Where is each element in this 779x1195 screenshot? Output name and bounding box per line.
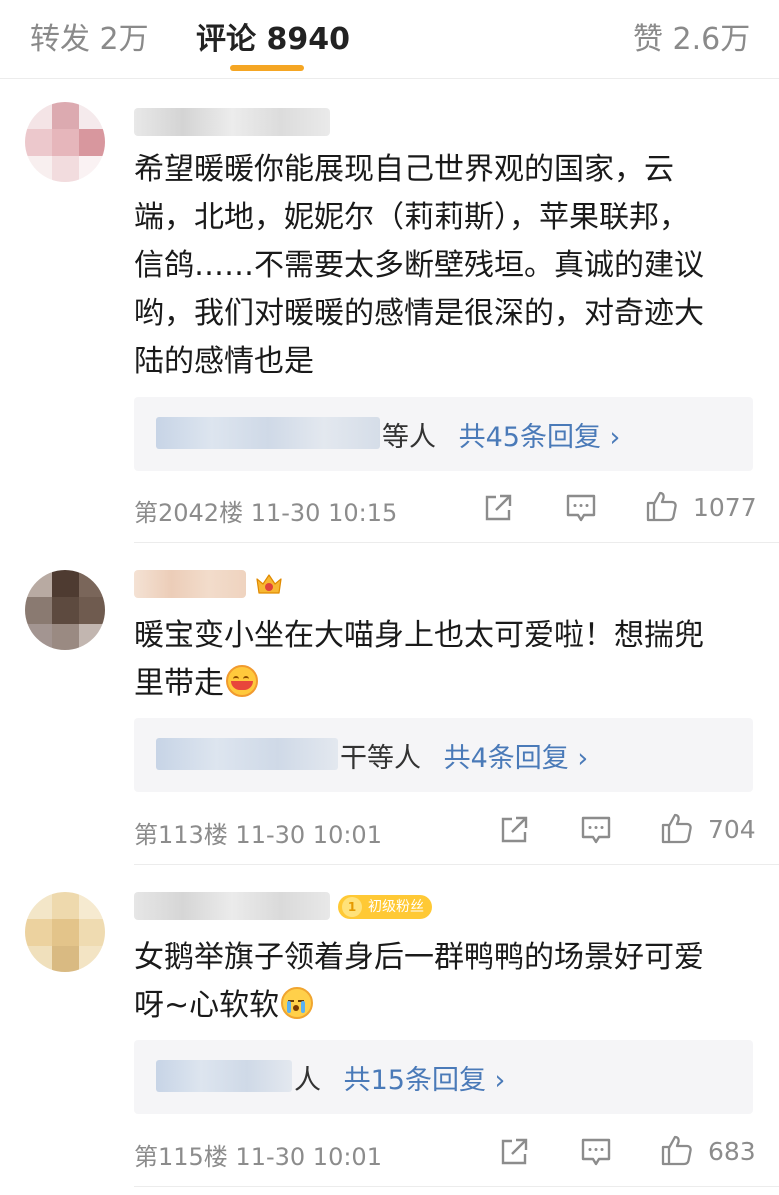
comment-text-line: 暖宝变小坐在大喵身上也太可爱啦！想揣兜 xyxy=(134,618,704,653)
comment-icon[interactable] xyxy=(580,1136,612,1168)
reply-users-suffix: 干等人 xyxy=(340,743,421,774)
active-tab-indicator xyxy=(230,65,304,71)
comment-icon[interactable] xyxy=(580,814,612,846)
reply-summary[interactable]: 人 共15条回复 › xyxy=(134,1040,753,1114)
divider xyxy=(134,864,779,865)
divider xyxy=(134,1186,779,1187)
reply-users-suffix: 人 xyxy=(294,1065,321,1096)
username[interactable] xyxy=(134,108,330,136)
floor-and-time: 第115楼 11-30 10:01 xyxy=(134,1143,382,1171)
tab-likes[interactable]: 赞 2.6万 xyxy=(633,14,750,58)
tab-comments[interactable]: 评论 8940 xyxy=(196,14,350,58)
comment-text-line: 女鹅举旗子领着身后一群鸭鸭的场景好可爱 xyxy=(134,940,704,975)
divider xyxy=(134,542,779,543)
avatar[interactable] xyxy=(25,570,105,650)
comment-text-line: 端，北地，妮妮尔（莉莉斯），苹果联邦， xyxy=(134,200,689,235)
comment-text: 希望暖暖你能展现自己世界观的国家，云 端，北地，妮妮尔（莉莉斯），苹果联邦， 信… xyxy=(134,146,754,386)
reply-user-names xyxy=(156,417,380,449)
avatar[interactable] xyxy=(25,102,105,182)
comment-icon[interactable] xyxy=(565,492,597,524)
like-count: 704 xyxy=(708,815,756,844)
like-icon[interactable] xyxy=(660,811,694,845)
reply-user-names xyxy=(156,1060,292,1092)
crown-icon xyxy=(254,570,284,600)
comment-text-line: 呀~心软软 xyxy=(134,988,280,1023)
like-count: 1077 xyxy=(693,493,757,522)
username[interactable] xyxy=(134,570,246,598)
comment-text-line: 希望暖暖你能展现自己世界观的国家，云 xyxy=(134,152,674,187)
share-icon[interactable] xyxy=(498,1136,530,1168)
reply-user-names xyxy=(156,738,338,770)
badge-level-number: 1 xyxy=(342,897,362,917)
floor-and-time: 第2042楼 11-30 10:15 xyxy=(134,499,398,527)
avatar[interactable] xyxy=(25,892,105,972)
share-icon[interactable] xyxy=(482,492,514,524)
reply-users-suffix: 等人 xyxy=(382,422,436,453)
comment-text-line: 哟，我们对暖暖的感情是很深的，对奇迹大 xyxy=(134,296,704,331)
comment-text-line: 信鸽……不需要太多断壁残垣。真诚的建议 xyxy=(134,248,704,283)
tab-repost[interactable]: 转发 2万 xyxy=(30,14,149,58)
like-icon[interactable] xyxy=(660,1133,694,1167)
comment-text: 暖宝变小坐在大喵身上也太可爱啦！想揣兜 里带走 xyxy=(134,612,754,708)
comment-text-line: 陆的感情也是 xyxy=(134,344,314,379)
view-replies-link[interactable]: 共4条回复 › xyxy=(444,743,589,774)
like-count: 683 xyxy=(708,1137,756,1166)
crying-emoji-icon xyxy=(281,987,314,1019)
comment-text: 女鹅举旗子领着身后一群鸭鸭的场景好可爱 呀~心软软 xyxy=(134,934,754,1030)
username[interactable] xyxy=(134,892,330,920)
reply-summary[interactable]: 等人 共45条回复 › xyxy=(134,397,753,471)
reply-summary[interactable]: 干等人 共4条回复 › xyxy=(134,718,753,792)
tab-bar: 转发 2万 评论 8940 赞 2.6万 xyxy=(0,0,779,79)
comment-text-line: 里带走 xyxy=(134,666,224,701)
view-replies-link[interactable]: 共45条回复 › xyxy=(459,422,621,453)
like-icon[interactable] xyxy=(645,489,679,523)
share-icon[interactable] xyxy=(498,814,530,846)
view-replies-link[interactable]: 共15条回复 › xyxy=(344,1065,506,1096)
floor-and-time: 第113楼 11-30 10:01 xyxy=(134,821,382,849)
badge-label: 初级粉丝 xyxy=(368,899,424,915)
fan-level-badge: 1 初级粉丝 xyxy=(338,895,432,919)
hug-emoji-icon xyxy=(226,665,258,697)
